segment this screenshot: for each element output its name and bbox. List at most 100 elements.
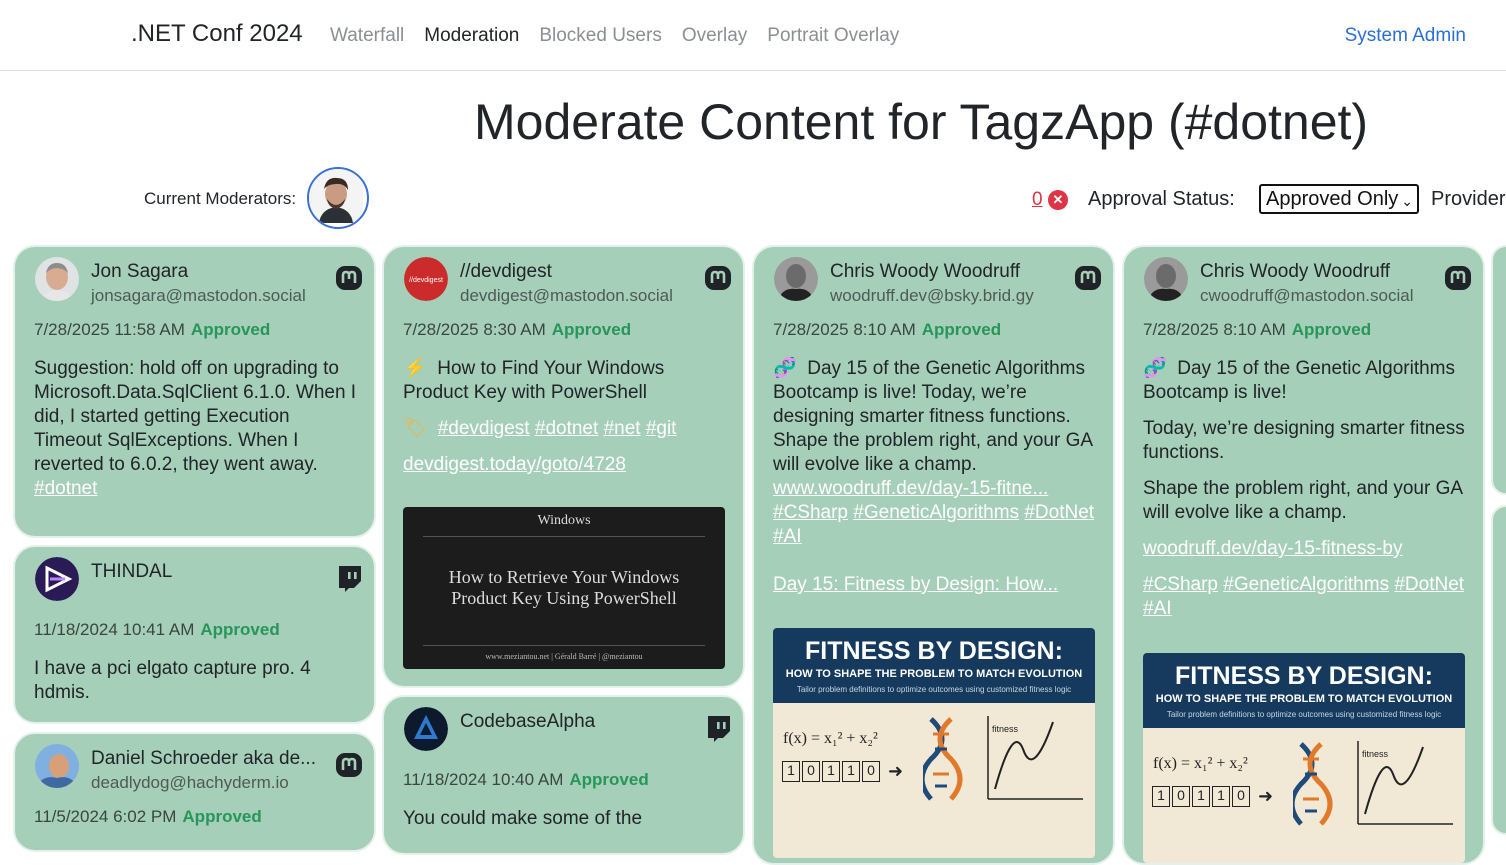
bit-cell: 0 [1172,786,1190,807]
hashtag-link[interactable]: #CSharp [1143,574,1218,595]
fitness-image[interactable]: FITNESS BY DESIGN: HOW TO SHAPE THE PROB… [1143,653,1465,863]
content-card[interactable]: Chris Woody Woodruff woodruff.dev@bsky.b… [752,245,1115,865]
content-card[interactable]: Chris Woody Woodruff cwoodruff@mastodon.… [1122,245,1485,865]
bit-cell: 0 [802,761,820,782]
hashtag-link[interactable]: #GeneticAlgorithms [1223,574,1389,595]
author-handle: devdigest@mastodon.social [460,286,673,305]
approval-status-select[interactable]: Approved Only ⌄ [1259,184,1419,214]
bitstring: 1 0 1 1 0 ➜ [782,761,903,782]
hashtag-link[interactable]: #dotnet [34,478,97,499]
post-body: ⚡ How to Find Your Windows Product Key w… [403,357,729,489]
author-name: Daniel Schroeder aka de... [91,748,316,769]
bit-cell: 0 [1232,786,1250,807]
fitness-axis-label: fitness [992,724,1019,734]
nav-portrait-overlay[interactable]: Portrait Overlay [767,25,899,47]
hashtag-link[interactable]: #AI [773,526,802,547]
arrow-icon: ➜ [1258,786,1274,806]
fitness-title: FITNESS BY DESIGN: [805,637,1063,665]
bit-cell: 0 [862,761,880,782]
post-link[interactable]: www.woodruff.dev/day-15-fitne... [773,478,1048,499]
post-meta: 7/28/2025 11:58 AM Approved [34,320,270,340]
fitness-caption: Tailor problem definitions to optimize o… [1166,710,1442,719]
navbar: .NET Conf 2024 Waterfall Moderation Bloc… [0,0,1506,71]
hashtag-link[interactable]: #net [604,418,641,439]
content-card[interactable]: //devdigest //devdigest devdigest@mastod… [382,245,745,688]
tag-icon: 🏷 [403,418,428,439]
post-date: 7/28/2025 11:58 AM [34,320,185,339]
mastodon-icon [336,753,362,777]
avatar [774,257,818,301]
post-meta: 7/28/2025 8:10 AM Approved [1143,320,1371,340]
hashtag-link[interactable]: #DotNet [1024,502,1094,523]
post-date: 7/28/2025 8:30 AM [403,320,546,339]
fitness-formula: f(x) = x₁² + x₂² [783,730,878,747]
post-paragraph: Day 15 of the Genetic Algorithms Bootcam… [1143,358,1455,403]
post-link[interactable]: devdigest.today/goto/4728 [403,454,626,475]
nav-waterfall[interactable]: Waterfall [330,25,404,47]
moderator-avatar[interactable] [307,167,369,229]
post-meta: 11/18/2024 10:40 AM Approved [403,770,649,790]
preview-divider [423,536,705,537]
link-preview-image[interactable]: Windows How to Retrieve Your Windows Pro… [403,507,725,669]
content-card[interactable]: Jon Sagara jonsagara@mastodon.social 7/2… [13,245,376,538]
bit-cell: 1 [782,761,800,782]
post-body: Suggestion: hold off on upgrading to Mic… [34,357,360,501]
post-meta: 11/5/2024 6:02 PM Approved [34,807,262,827]
clear-count-icon[interactable]: ✕ [1048,190,1068,210]
nav-blocked-users[interactable]: Blocked Users [539,25,662,47]
bitstring: 1 0 1 1 0 ➜ [1152,786,1273,807]
post-paragraph: Shape the problem right, and your GA wil… [1143,478,1462,523]
lightning-icon: ⚡ [403,358,427,379]
hashtag-link[interactable]: #AI [1143,598,1172,619]
status-badge: Approved [200,620,280,639]
hashtag-link[interactable]: #devdigest [438,418,530,439]
author-name: //devdigest [460,261,552,282]
post-paragraph: Today, we’re designing smarter fitness f… [1143,418,1465,463]
hashtag-link[interactable]: #DotNet [1394,574,1464,595]
author-name: Chris Woody Woodruff [1200,261,1391,282]
content-card-partial[interactable] [1491,505,1506,835]
author-handle: cwoodruff@mastodon.social [1200,286,1414,305]
mastodon-icon [1445,266,1471,290]
hashtag-link[interactable]: #git [646,418,677,439]
avatar: //devdigest [404,257,448,301]
link-preview-title[interactable]: Day 15: Fitness by Design: How... [773,574,1058,595]
preview-divider [423,645,705,646]
post-meta: 7/28/2025 8:10 AM Approved [773,320,1001,340]
content-card[interactable]: CodebaseAlpha 11/18/2024 10:40 AM Approve… [382,695,745,855]
nav-overlay[interactable]: Overlay [682,25,747,47]
hashtag-link[interactable]: #CSharp [773,502,848,523]
twitch-icon [339,566,361,592]
bit-cell: 1 [1152,786,1170,807]
post-body: 🧬 Day 15 of the Genetic Algorithms Bootc… [1143,357,1469,633]
fitness-formula: f(x) = x₁² + x₂² [1153,755,1248,772]
mastodon-icon [1075,266,1101,290]
post-date: 11/18/2024 10:41 AM [34,620,195,639]
hashtag-link[interactable]: #dotnet [535,418,598,439]
brand-link[interactable]: .NET Conf 2024 [131,20,303,48]
status-badge: Approved [182,807,262,826]
content-card[interactable]: Daniel Schroeder aka de... deadlydog@hac… [13,732,376,852]
avatar [35,557,79,601]
preview-footer: www.meziantou.net | Gérald Barré | @mezi… [485,652,643,661]
status-badge: Approved [1291,320,1372,339]
dna-icon: 🧬 [1143,358,1167,379]
hashtag-link[interactable]: #GeneticAlgorithms [853,502,1019,523]
pending-count-link[interactable]: 0 [1032,189,1043,211]
post-date: 7/28/2025 8:10 AM [773,320,916,339]
content-card-partial[interactable] [1491,245,1506,495]
post-link[interactable]: woodruff.dev/day-15-fitness-by [1143,538,1402,559]
content-card[interactable]: THINDAL 11/18/2024 10:41 AM Approved I ha… [13,545,376,724]
status-badge: Approved [551,320,632,339]
author-name: Chris Woody Woodruff [830,261,1021,282]
fitness-axis-label: fitness [1362,749,1389,759]
avatar [1144,257,1188,301]
post-text: How to Find Your Windows Product Key wit… [403,358,665,403]
user-menu-link[interactable]: System Admin [1345,25,1466,47]
nav-moderation[interactable]: Moderation [424,25,519,47]
fitness-image[interactable]: FITNESS BY DESIGN: HOW TO SHAPE THE PROB… [773,628,1095,858]
author-handle: deadlydog@hachyderm.io [91,773,289,792]
author-name: Jon Sagara [91,261,189,282]
post-meta: 11/18/2024 10:41 AM Approved [34,620,280,640]
page-title: Moderate Content for TagzApp (#dotnet) [474,94,1369,150]
